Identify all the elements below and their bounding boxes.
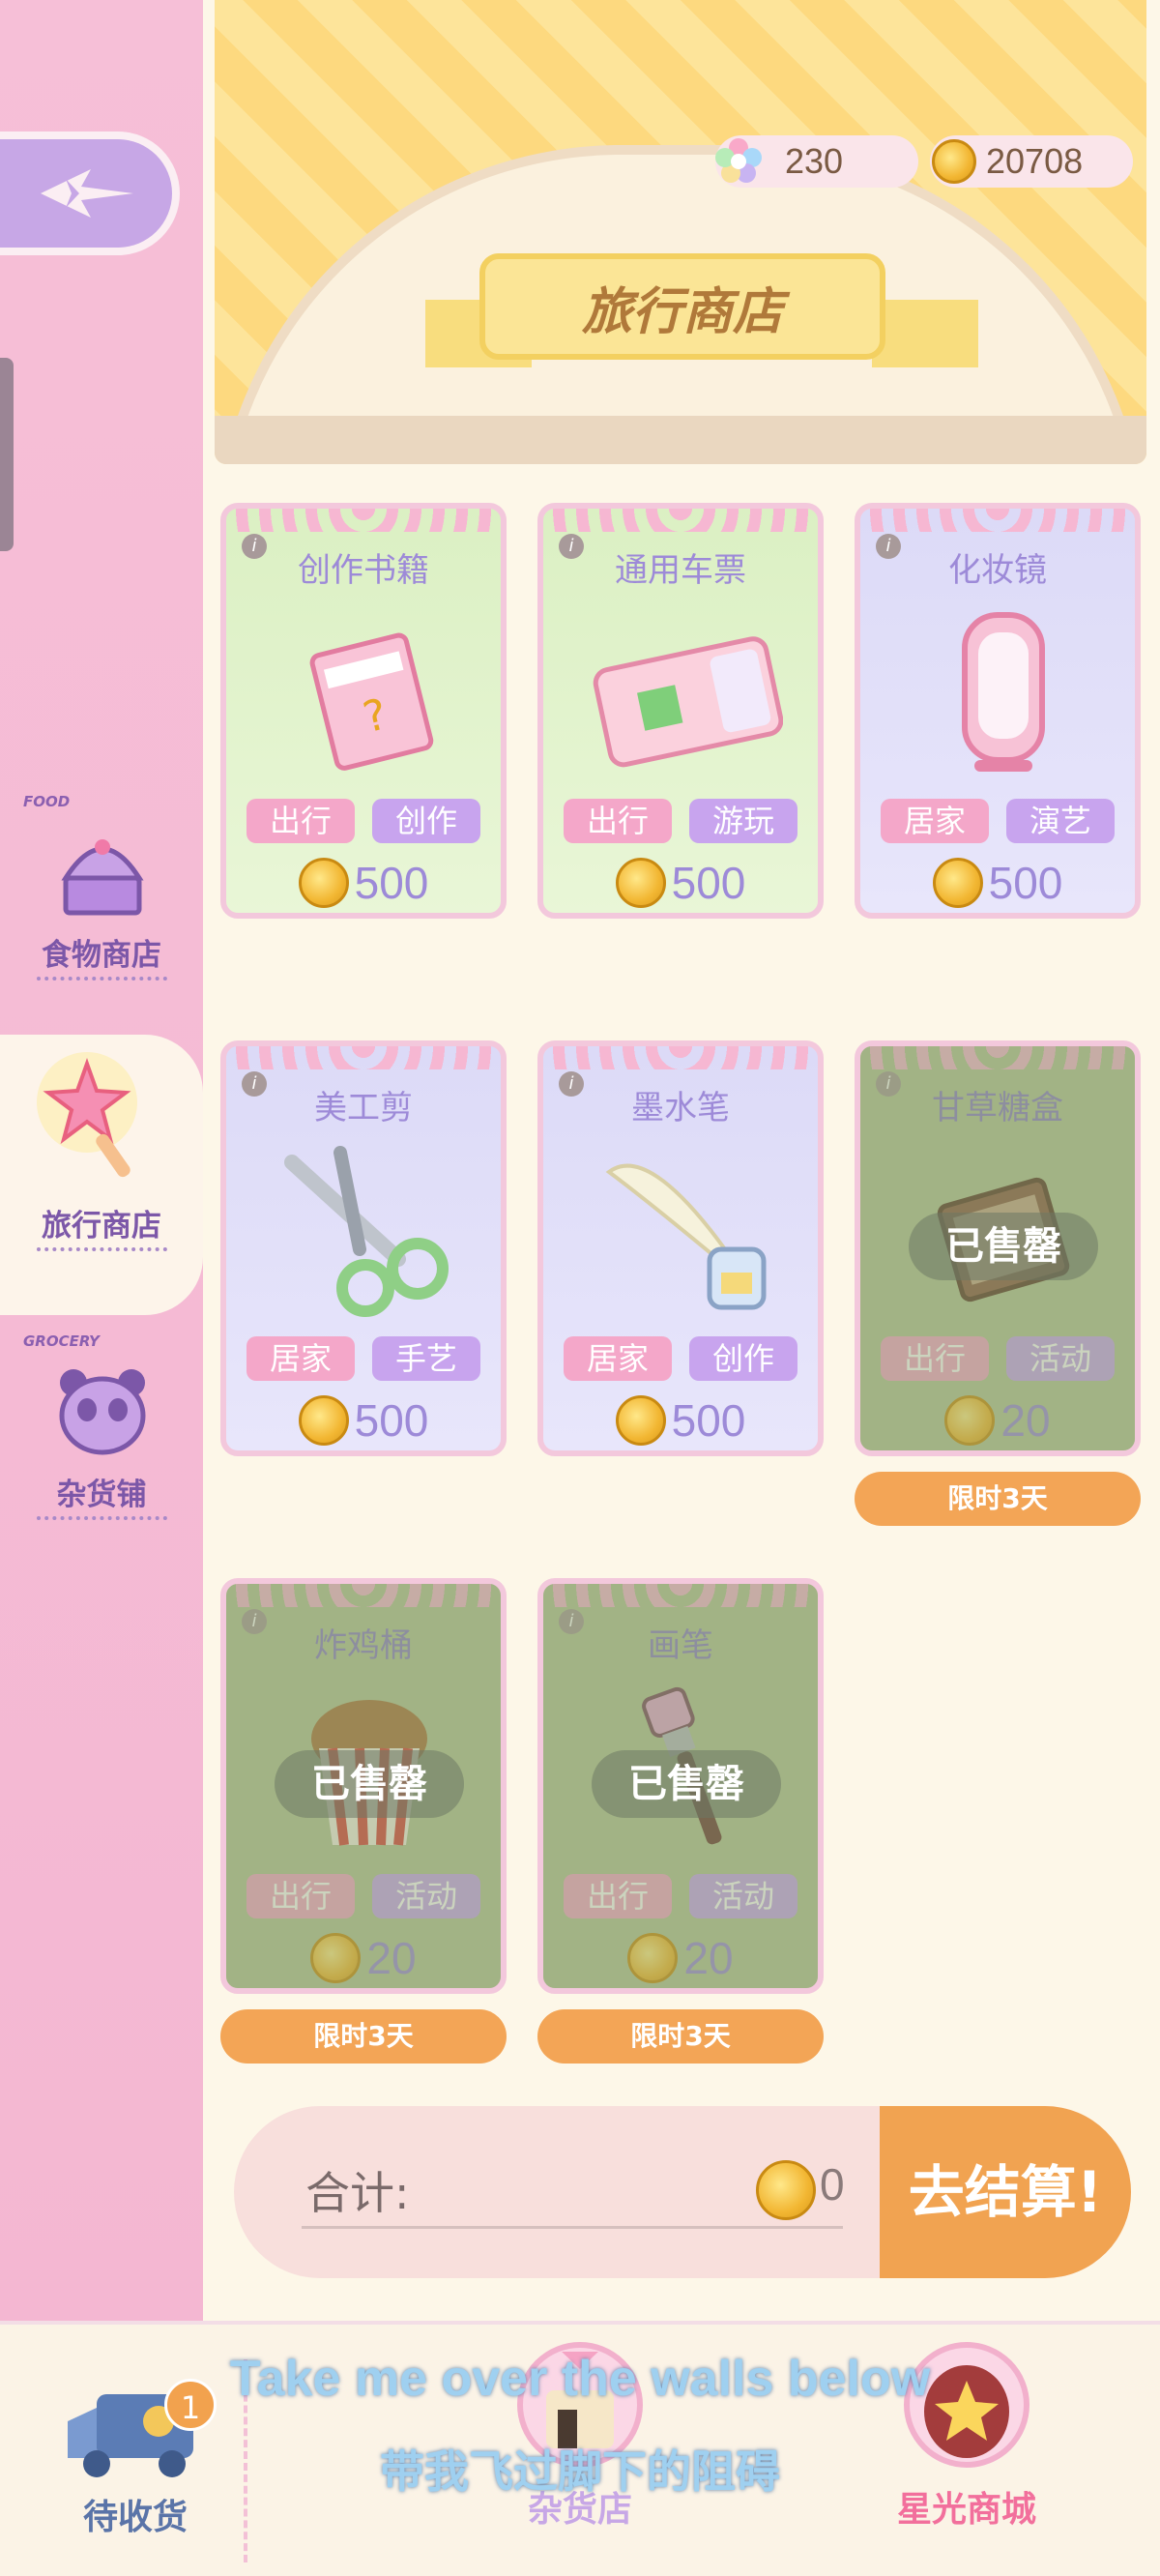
product-title: 创作书籍 (298, 551, 429, 590)
tag: 出行 (564, 799, 672, 843)
coin-icon (298, 1395, 349, 1446)
coin-icon (932, 139, 976, 184)
tag-row: 居家 创作 (543, 1336, 818, 1381)
subtitle-english: Take me over the walls below (229, 2351, 931, 2407)
ticket-icon (593, 636, 783, 768)
coin-icon (298, 858, 349, 908)
total-underline (302, 2226, 843, 2229)
header-floor (215, 416, 1146, 464)
product-title: 通用车票 (615, 551, 746, 590)
tag-row: 居家 手艺 (226, 1336, 501, 1381)
price: 500 (543, 1394, 818, 1447)
panda-icon (59, 1369, 146, 1455)
product-card[interactable]: i 墨水笔 居家 创作 500 (537, 1040, 824, 1456)
sidebar-item-label: 杂货铺 (56, 1478, 147, 1512)
shop-header (215, 0, 1146, 464)
coin-icon (756, 2160, 816, 2220)
price: 500 (543, 857, 818, 909)
product-card[interactable]: i 化妆镜 居家 演艺 500 (855, 503, 1141, 919)
food-tag: FOOD (23, 793, 71, 810)
shop-title-banner: 旅行商店 (479, 253, 885, 360)
coin-icon (615, 858, 666, 908)
limited-time-badge: 限时3天 (220, 2009, 507, 2064)
price: 500 (860, 857, 1135, 909)
product-card[interactable]: i 美工剪 居家 手艺 500 (220, 1040, 507, 1456)
card-bow (543, 509, 818, 532)
price: 500 (226, 857, 501, 909)
cake-icon (61, 839, 144, 916)
product-card-sold-out[interactable]: i 甘草糖盒 出行 活动 20 已售罄 (855, 1040, 1141, 1456)
sidebar-item-grocery[interactable]: GROCERY 杂货铺 (19, 1332, 184, 1526)
tag: 居家 (564, 1336, 672, 1381)
coin-counter: 20708 (930, 135, 1133, 188)
tag: 游玩 (689, 799, 798, 843)
coin-icon (932, 858, 983, 908)
card-bow (860, 509, 1135, 532)
product-card[interactable]: i 通用车票 出行 游玩 500 (537, 503, 824, 919)
scroll-handle[interactable] (0, 358, 14, 551)
sold-out-label: 已售罄 (592, 1750, 781, 1818)
limited-time-badge: 限时3天 (537, 2009, 824, 2064)
product-card[interactable]: i 创作书籍 ? 出行 创作 500 (220, 503, 507, 919)
subtitle-chinese: 带我飞过脚下的阻碍 (380, 2445, 780, 2498)
sidebar-item-label: 旅行商店 (42, 1209, 161, 1244)
grocery-tag: GROCERY (23, 1332, 100, 1350)
back-button[interactable] (0, 132, 180, 255)
banner-ribbon-right (872, 300, 978, 367)
limited-time-badge: 限时3天 (855, 1472, 1141, 1526)
coin-icon (615, 1395, 666, 1446)
back-arrow-icon (41, 169, 133, 218)
scissors-icon (284, 1146, 449, 1317)
divider (37, 1247, 167, 1251)
sidebar-item-label: 食物商店 (42, 938, 161, 973)
checkout-bar: 合计: 0 去结算! (234, 2106, 1131, 2278)
card-bow (543, 1046, 818, 1069)
product-title: 美工剪 (314, 1089, 413, 1127)
product-card-sold-out[interactable]: i 画笔 出行 活动 20 已售罄 (537, 1578, 824, 1994)
tag-row: 出行 游玩 (543, 799, 818, 843)
rainbow-gem-icon (715, 138, 762, 183)
product-title: 墨水笔 (631, 1089, 730, 1127)
sold-out-label: 已售罄 (275, 1750, 464, 1818)
sold-out-label: 已售罄 (909, 1213, 1098, 1280)
price-value: 500 (988, 858, 1063, 908)
price: 500 (226, 1394, 501, 1447)
card-bow (226, 1046, 501, 1069)
total-label: 合计: (305, 2167, 410, 2219)
divider (37, 977, 167, 981)
coin-count: 20708 (986, 141, 1084, 181)
price-value: 500 (671, 1395, 746, 1446)
product-card-sold-out[interactable]: i 炸鸡桶 出行 活动 20 已售罄 (220, 1578, 507, 1994)
tag: 居家 (246, 1336, 355, 1381)
tag-row: 居家 演艺 (860, 799, 1135, 843)
ink-pen-icon (605, 1163, 767, 1310)
product-title: 化妆镜 (948, 551, 1047, 590)
checkout-button[interactable]: 去结算! (880, 2106, 1131, 2278)
total-value: 0 (820, 2159, 845, 2210)
tag: 演艺 (1006, 799, 1115, 843)
price-value: 500 (354, 858, 429, 908)
price-value: 500 (671, 858, 746, 908)
tag: 出行 (246, 799, 355, 843)
gem-count: 230 (785, 141, 844, 181)
book-icon: ? (309, 632, 434, 771)
tag: 创作 (372, 799, 480, 843)
tag-row: 出行 创作 (226, 799, 501, 843)
tag: 创作 (689, 1336, 798, 1381)
star-wand-icon (37, 1052, 137, 1178)
gem-counter: 230 (715, 135, 918, 188)
sidebar-item-travel-shop[interactable]: 旅行商店 (19, 1044, 184, 1257)
tag: 手艺 (372, 1336, 480, 1381)
sidebar-item-food-shop[interactable]: FOOD 食物商店 (19, 793, 184, 986)
price-value: 500 (354, 1395, 429, 1446)
tag: 居家 (881, 799, 989, 843)
card-bow (226, 509, 501, 532)
divider (37, 1516, 167, 1520)
mirror-icon (962, 612, 1045, 772)
